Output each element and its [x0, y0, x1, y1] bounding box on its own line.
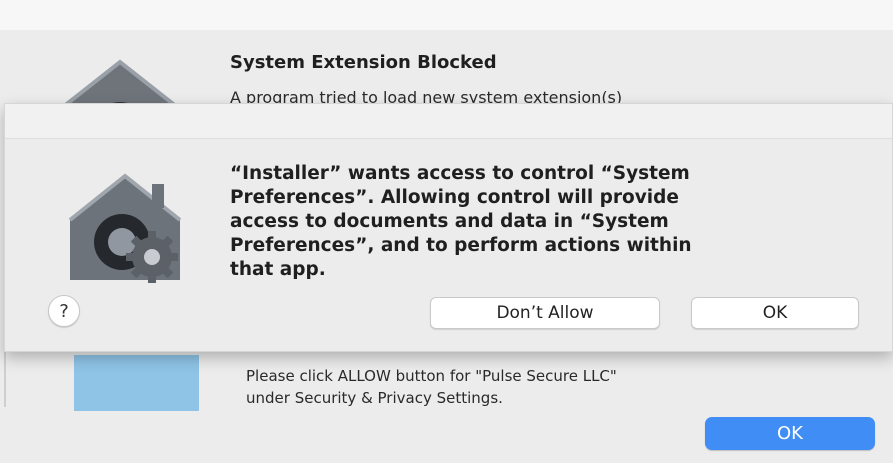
help-button[interactable]: ? [48, 295, 80, 327]
ok-button[interactable]: OK [691, 297, 859, 329]
installer-access-alert: “Installer” wants access to control “Sys… [4, 103, 893, 352]
message-line: Please click ALLOW button for "Pulse Sec… [246, 367, 617, 385]
ok-button[interactable]: OK [705, 417, 875, 450]
alert-message: “Installer” wants access to control “Sys… [230, 162, 860, 282]
alert-message-line: that app. [230, 259, 326, 280]
placeholder-image [74, 355, 199, 411]
message-line: under Security & Privacy Settings. [246, 389, 503, 407]
dont-allow-button[interactable]: Don’t Allow [430, 297, 660, 329]
security-preferences-icon [60, 162, 190, 292]
allow-instruction-message: Please click ALLOW button for "Pulse Sec… [246, 365, 846, 409]
dialog-title: System Extension Blocked [230, 52, 497, 73]
alert-message-line: “Installer” wants access to control “Sys… [230, 163, 690, 184]
security-preferences-icon [55, 52, 185, 108]
alert-message-line: Preferences”. Allowing control will prov… [230, 187, 679, 208]
alert-header [5, 104, 892, 139]
window-top-strip [0, 0, 893, 31]
divider [4, 352, 6, 407]
alert-message-line: access to documents and data in “System [230, 211, 669, 232]
alert-message-line: Preferences”, and to perform actions wit… [230, 235, 692, 256]
